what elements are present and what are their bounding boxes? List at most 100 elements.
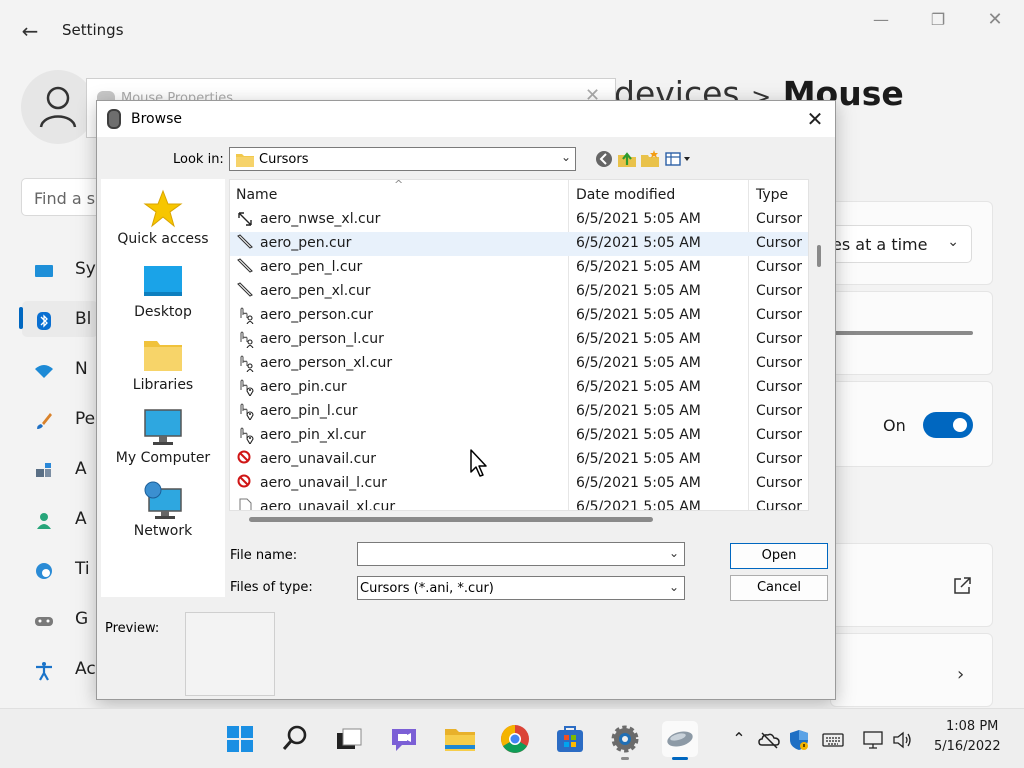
up-folder-icon[interactable] [617,149,637,169]
file-type: Cursor [756,403,803,419]
file-name: aero_unavail_xl.cur [260,499,396,511]
external-link-icon[interactable] [953,577,971,595]
scroll-speed-slider[interactable] [830,331,973,335]
nav-label: Pe [75,409,96,429]
file-list[interactable]: ^ Name Date modified Type aero_nwse_xl.c… [229,179,809,511]
nav-item-time-language[interactable]: Ti [22,553,98,587]
mouse-properties-taskbar-button[interactable] [662,721,698,760]
windows-start-icon [227,726,253,752]
nav-item-gaming[interactable]: G [22,603,98,637]
start-button[interactable] [222,721,258,757]
network-status-icon[interactable] [862,729,884,751]
scroll-thumb[interactable] [817,245,821,267]
nav-item-accounts[interactable]: A [22,503,98,537]
chevron-right-icon[interactable]: › [957,664,964,685]
place-quick-access[interactable]: Quick access [101,189,225,259]
file-name: aero_unavail.cur [260,451,376,467]
close-icon[interactable]: ✕ [980,8,1010,32]
scroll-thumb[interactable] [249,517,653,522]
settings-app-button[interactable] [607,721,643,760]
file-date: 6/5/2021 5:05 AM [576,499,701,511]
vertical-scrollbar[interactable] [813,179,825,511]
task-view-icon [337,728,362,749]
settings-search-input[interactable]: Find a s [21,178,101,216]
file-date: 6/5/2021 5:05 AM [576,235,701,251]
nav-item-apps[interactable]: A [22,453,98,487]
place-my-computer[interactable]: My Computer [101,408,225,478]
file-type: Cursor [756,499,803,511]
file-row[interactable]: aero_person_l.cur 6/5/2021 5:05 AM Cursor [230,328,808,352]
file-explorer-button[interactable] [442,721,478,757]
file-name: aero_person_l.cur [260,331,384,347]
back-arrow-icon[interactable]: ← [18,20,42,42]
file-row[interactable]: aero_person_xl.cur 6/5/2021 5:05 AM Cursor [230,352,808,376]
place-label: My Computer [115,450,211,466]
file-row[interactable]: aero_nwse_xl.cur 6/5/2021 5:05 AM Cursor [230,208,808,232]
chrome-button[interactable] [497,721,533,757]
chevron-up-icon[interactable]: ⌃ [728,729,750,751]
nav-item-network[interactable]: N [22,353,98,387]
taskbar-search-button[interactable] [277,721,313,757]
file-row[interactable]: aero_pin_l.cur 6/5/2021 5:05 AM Cursor [230,400,808,424]
filetype-combo[interactable]: Cursors (*.ani, *.cur) ⌄ [357,576,685,600]
nav-item-personalization[interactable]: Pe [22,403,98,437]
chat-button[interactable] [386,721,422,757]
nav-item-bluetooth[interactable]: Bl [22,303,98,337]
avatar[interactable] [21,70,95,144]
file-row[interactable]: aero_pin.cur 6/5/2021 5:05 AM Cursor [230,376,808,400]
search-icon [282,725,307,750]
store-button[interactable] [552,721,588,757]
mouse-properties-icon [667,731,693,747]
settings-card[interactable] [830,633,993,707]
file-name: aero_person.cur [260,307,373,323]
place-label: Libraries [132,377,194,393]
scroll-lines-dropdown[interactable]: es at a time ⌄ [815,225,972,263]
cancel-button[interactable]: Cancel [730,575,828,601]
horizontal-scrollbar[interactable] [229,513,809,525]
file-row[interactable]: aero_unavail.cur 6/5/2021 5:05 AM Cursor [230,448,808,472]
file-row[interactable]: aero_pin_xl.cur 6/5/2021 5:05 AM Cursor [230,424,808,448]
file-row[interactable]: aero_unavail_xl.cur 6/5/2021 5:05 AM Curso… [230,496,808,511]
clock-time[interactable]: 1:08 PM [946,719,998,734]
place-libraries[interactable]: Libraries [101,335,225,405]
hand-person-icon [240,355,254,372]
place-label: Network [133,523,193,539]
chevron-down-icon[interactable]: ⌄ [669,546,679,560]
volume-icon[interactable] [892,729,914,751]
browse-title: Browse [131,111,182,127]
column-header-name[interactable]: Name [236,180,566,208]
file-type: Cursor [756,331,803,347]
lookin-combo[interactable]: Cursors ⌄ [229,147,576,171]
filename-combo[interactable]: ⌄ [357,542,685,566]
file-row[interactable]: aero_pen.cur 6/5/2021 5:05 AM Cursor [230,232,808,256]
task-view-button[interactable] [331,721,367,757]
file-row[interactable]: aero_pen_xl.cur 6/5/2021 5:05 AM Cursor [230,280,808,304]
system-icon [35,265,53,277]
minimize-icon[interactable]: — [866,8,896,32]
keyboard-icon[interactable] [822,729,844,751]
file-row[interactable]: aero_unavail_l.cur 6/5/2021 5:05 AM Cursor [230,472,808,496]
nav-item-accessibility[interactable]: Ac [22,653,98,687]
place-network[interactable]: Network [101,481,225,551]
column-header-type[interactable]: Type [756,180,808,208]
scroll-inactive-toggle[interactable] [923,412,973,438]
file-type: Cursor [756,307,803,323]
windows-security-icon[interactable] [788,729,810,751]
mouse-pointer-icon [470,449,487,477]
column-header-date[interactable]: Date modified [576,180,746,208]
back-icon[interactable] [594,149,614,169]
new-folder-icon[interactable] [640,149,660,169]
close-icon[interactable]: ✕ [803,107,827,131]
file-type: Cursor [756,259,803,275]
file-name: aero_pin.cur [260,379,347,395]
file-row[interactable]: aero_pen_l.cur 6/5/2021 5:05 AM Cursor [230,256,808,280]
view-menu-icon[interactable] [665,149,693,169]
onedrive-offline-icon[interactable] [758,729,780,751]
clock-date[interactable]: 5/16/2022 [934,739,1001,754]
open-button[interactable]: Open [730,543,828,569]
maximize-icon[interactable]: ❐ [923,8,953,32]
file-row[interactable]: aero_person.cur 6/5/2021 5:05 AM Cursor [230,304,808,328]
place-desktop[interactable]: Desktop [101,262,225,332]
nav-item-system[interactable]: Sy [22,253,98,287]
chevron-down-icon[interactable]: ⌄ [669,580,679,594]
